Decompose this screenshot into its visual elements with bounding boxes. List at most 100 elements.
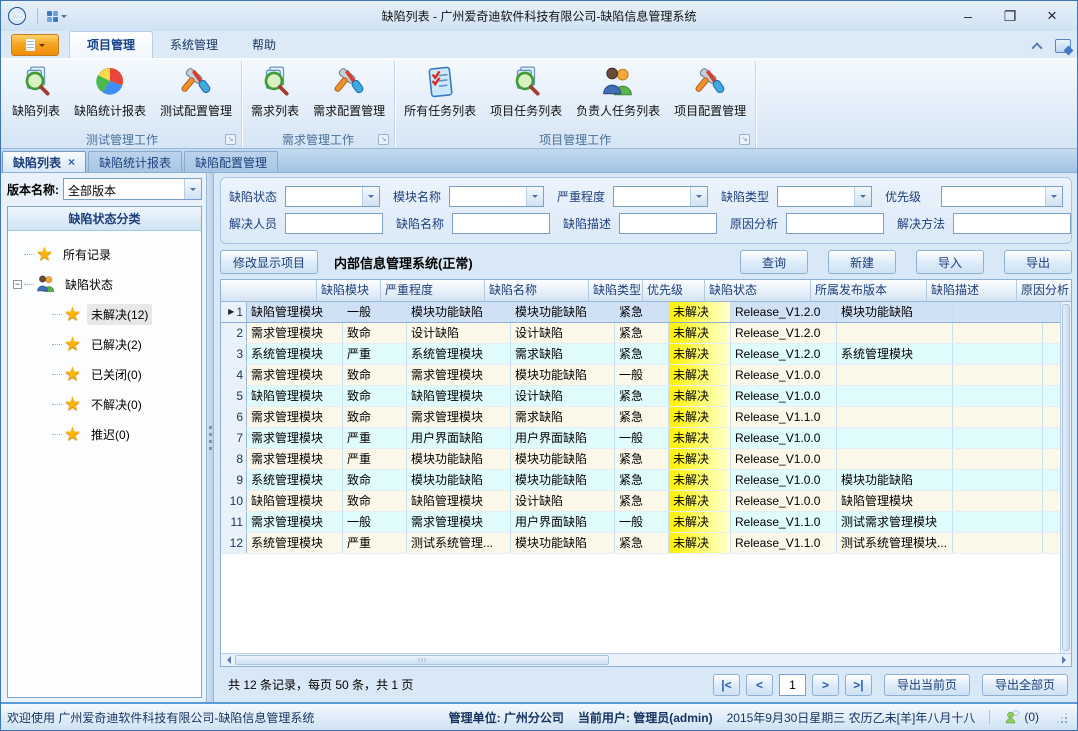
ribbon-tab[interactable]: 项目管理 [69, 31, 153, 58]
scroll-left-icon[interactable] [221, 654, 234, 666]
tree-item[interactable]: ★ 所有记录 [10, 239, 199, 269]
prev-page-button[interactable]: < [746, 674, 773, 696]
tree-item-label: 已关闭(0) [87, 364, 146, 385]
filter-combobox[interactable] [941, 186, 1063, 207]
cell-priority: 一般 [615, 512, 669, 532]
new-button[interactable]: 新建 [828, 250, 896, 274]
filter-input[interactable] [285, 213, 383, 234]
message-indicator[interactable]: (0) [1004, 709, 1039, 725]
cell-description: 系统管理模块 [837, 344, 953, 364]
close-icon[interactable]: × [68, 157, 75, 167]
grid-row[interactable]: 5 缺陷管理模块 致命 缺陷管理模块 设计缺陷 紧急 未解决 Release_V… [221, 386, 1071, 407]
chevron-down-icon[interactable] [854, 187, 871, 206]
chevron-down-icon[interactable] [184, 179, 201, 199]
style-selector-icon[interactable] [1055, 39, 1071, 53]
cell-description [837, 428, 953, 448]
tree-expander-icon[interactable]: − [13, 280, 22, 289]
filter-combobox[interactable] [449, 186, 544, 207]
grid-row[interactable]: 7 需求管理模块 严重 用户界面缺陷 用户界面缺陷 一般 未解决 Release… [221, 428, 1071, 449]
tree-item[interactable]: ★ 推迟(0) [10, 419, 199, 449]
grid-row[interactable]: 6 需求管理模块 致命 需求管理模块 需求缺陷 紧急 未解决 Release_V… [221, 407, 1071, 428]
tree-item[interactable]: ★ 已解决(2) [10, 329, 199, 359]
cell-release: Release_V1.2.0 [731, 344, 837, 364]
ribbon-button[interactable]: 测试配置管理 [153, 62, 239, 121]
tree-item[interactable]: ★ 已关闭(0) [10, 359, 199, 389]
close-button[interactable]: × [1031, 1, 1073, 31]
dialog-launcher-icon[interactable]: ↘ [378, 134, 389, 145]
cell-description: 缺陷管理模块 [837, 491, 953, 511]
export-all-pages-button[interactable]: 导出全部页 [982, 674, 1068, 696]
ribbon-tab[interactable]: 系统管理 [153, 32, 235, 58]
scrollbar-thumb[interactable] [1062, 304, 1070, 651]
tree-item[interactable]: ★ 不解决(0) [10, 389, 199, 419]
filter-input[interactable] [452, 213, 550, 234]
quick-access-toolbar[interactable] [43, 9, 71, 24]
grid-row[interactable]: 9 系统管理模块 致命 模块功能缺陷 模块功能缺陷 紧急 未解决 Release… [221, 470, 1071, 491]
grid-row[interactable]: 10 缺陷管理模块 致命 缺陷管理模块 设计缺陷 紧急 未解决 Release_… [221, 491, 1071, 512]
chevron-down-icon[interactable] [1045, 187, 1062, 206]
cell-module: 系统管理模块 [247, 470, 343, 490]
ribbon-button[interactable]: 项目配置管理 [667, 62, 753, 121]
ribbon-button[interactable]: 负责人任务列表 [569, 62, 667, 121]
ribbon-button[interactable]: 项目任务列表 [483, 62, 569, 121]
dialog-launcher-icon[interactable]: ↘ [225, 134, 236, 145]
document-tab[interactable]: 缺陷列表 × [2, 151, 86, 172]
first-page-button[interactable]: |< [713, 674, 740, 696]
ribbon-button[interactable]: 需求列表 [244, 62, 306, 121]
grid-row[interactable]: 2 需求管理模块 致命 设计缺陷 设计缺陷 紧急 未解决 Release_V1.… [221, 323, 1071, 344]
grid-row[interactable]: 4 需求管理模块 致命 需求管理模块 模块功能缺陷 一般 未解决 Release… [221, 365, 1071, 386]
scroll-right-icon[interactable] [1058, 654, 1071, 666]
filter-input[interactable] [786, 213, 884, 234]
chevron-down-icon[interactable] [362, 187, 379, 206]
scrollbar-thumb[interactable] [235, 655, 609, 665]
export-current-page-button[interactable]: 导出当前页 [884, 674, 970, 696]
layout-icon [47, 11, 58, 22]
filter-input[interactable] [619, 213, 717, 234]
filter-combobox[interactable] [285, 186, 380, 207]
grid-row[interactable]: 12 系统管理模块 严重 测试系统管理... 模块功能缺陷 紧急 未解决 Rel… [221, 533, 1071, 554]
application-menu-button[interactable] [11, 34, 59, 56]
ribbon-group: 所有任务列表 项目任务列表 负责人任务列表 [395, 61, 756, 148]
cell-status: 未解决 [669, 533, 731, 553]
ribbon-button[interactable]: 所有任务列表 [397, 62, 483, 121]
filter-combobox[interactable] [613, 186, 708, 207]
cell-type: 需求缺陷 [511, 344, 615, 364]
chevron-down-icon[interactable] [526, 187, 543, 206]
grid-row[interactable]: 3 系统管理模块 严重 系统管理模块 需求缺陷 紧急 未解决 Release_V… [221, 344, 1071, 365]
ribbon-button-icon [693, 65, 727, 99]
document-tab[interactable]: 缺陷统计报表 [88, 151, 182, 172]
ribbon-collapse-icon[interactable] [1029, 38, 1045, 54]
dialog-launcher-icon[interactable]: ↘ [739, 134, 750, 145]
grid-row[interactable]: 11 需求管理模块 一般 需求管理模块 用户界面缺陷 一般 未解决 Releas… [221, 512, 1071, 533]
last-page-button[interactable]: >| [845, 674, 872, 696]
grid-row[interactable]: ▶ 1 缺陷管理模块 一般 模块功能缺陷 模块功能缺陷 紧急 未解决 Relea… [221, 302, 1071, 323]
ribbon-button-icon [179, 65, 213, 99]
chevron-down-icon[interactable] [690, 187, 707, 206]
splitter-handle[interactable] [206, 173, 214, 702]
row-indicator-header [221, 280, 317, 301]
ribbon-button[interactable]: 缺陷统计报表 [67, 62, 153, 121]
document-tab[interactable]: 缺陷配置管理 [184, 151, 278, 172]
query-button[interactable]: 查询 [740, 250, 808, 274]
next-page-button[interactable]: > [812, 674, 839, 696]
tree-item[interactable]: − 缺陷状态 [10, 269, 199, 299]
grid-row[interactable]: 8 需求管理模块 严重 模块功能缺陷 模块功能缺陷 紧急 未解决 Release… [221, 449, 1071, 470]
import-button[interactable]: 导入 [916, 250, 984, 274]
tree-item[interactable]: ★ 未解决(12) [10, 299, 199, 329]
resize-grip[interactable] [1055, 711, 1067, 723]
modify-display-button[interactable]: 修改显示项目 [220, 250, 318, 274]
ribbon-tab[interactable]: 帮助 [235, 32, 293, 58]
status-category-panel: 缺陷状态分类 ★ 所有记录 − [7, 206, 202, 698]
vertical-scrollbar[interactable] [1060, 302, 1071, 653]
ribbon-button[interactable]: 需求配置管理 [306, 62, 392, 121]
minimize-button[interactable]: – [947, 1, 989, 31]
maximize-button[interactable]: ❐ [989, 1, 1031, 31]
export-button[interactable]: 导出 [1004, 250, 1072, 274]
cell-cause [953, 491, 1043, 511]
filter-combobox[interactable] [777, 186, 872, 207]
horizontal-scrollbar[interactable] [221, 653, 1071, 666]
page-number-input[interactable] [779, 674, 806, 696]
ribbon-button[interactable]: 缺陷列表 [5, 62, 67, 121]
version-combobox[interactable]: 全部版本 [63, 178, 202, 200]
filter-input[interactable] [953, 213, 1071, 234]
